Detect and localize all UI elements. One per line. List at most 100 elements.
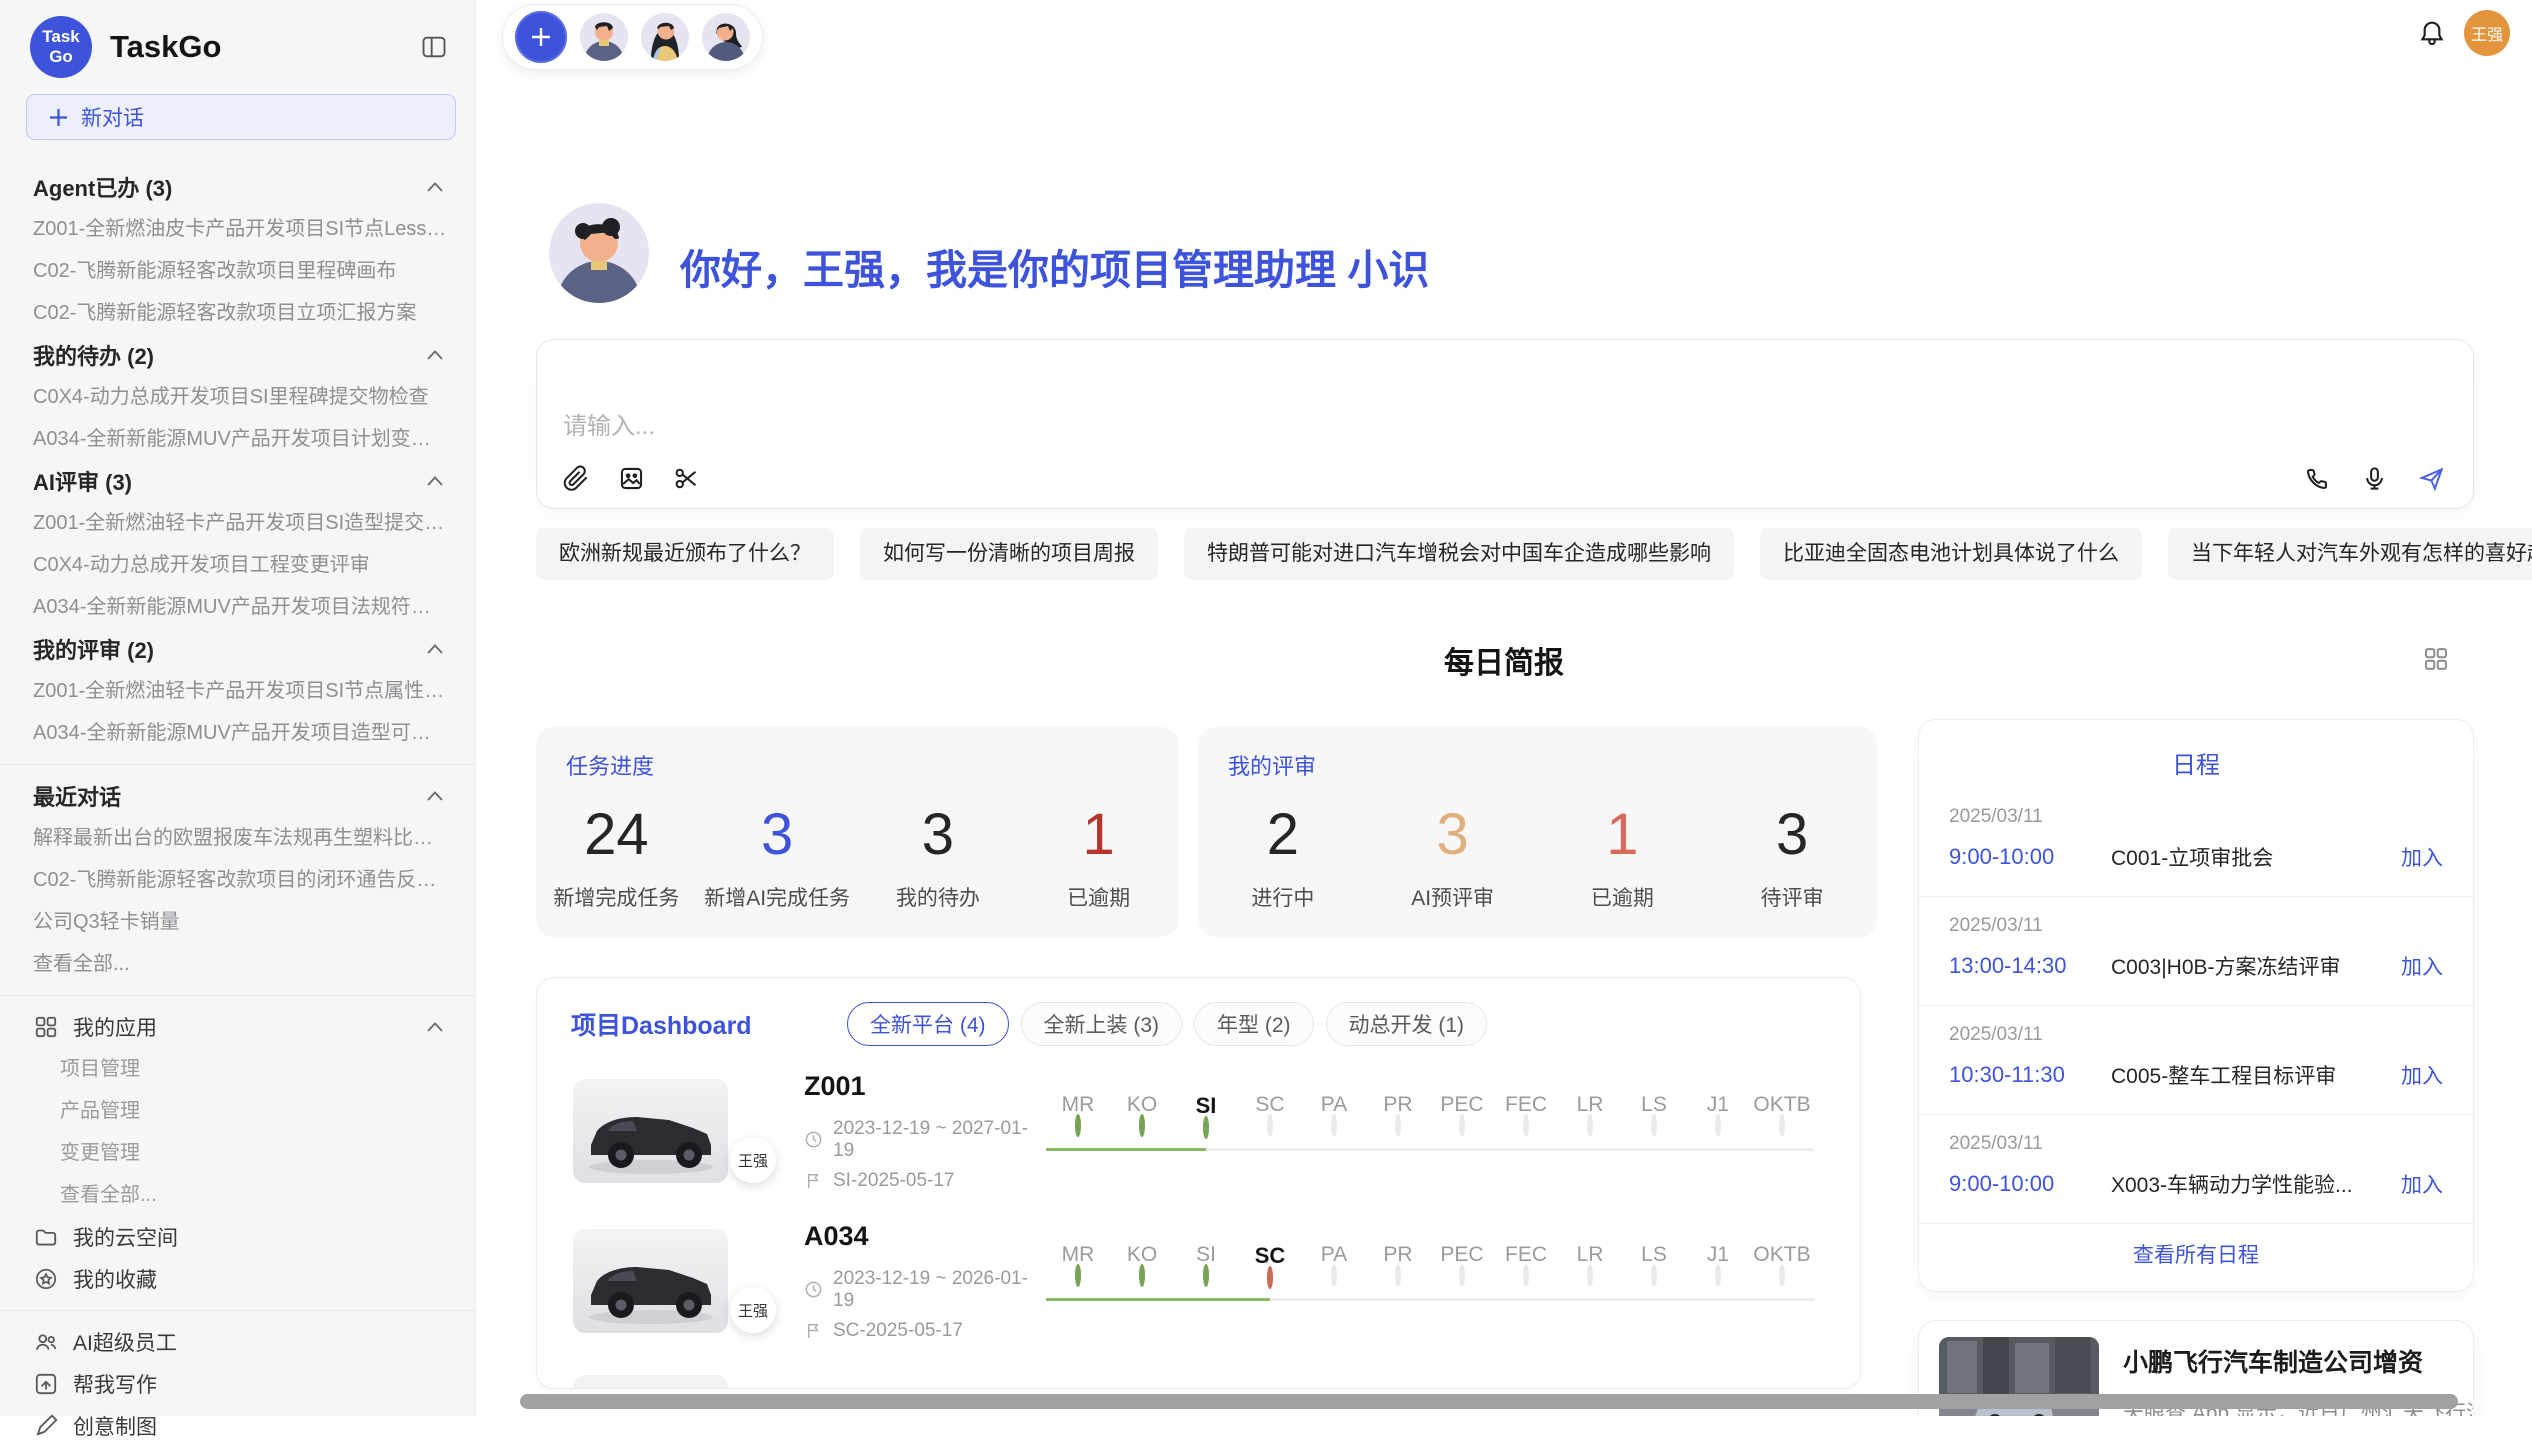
milestone: FEC bbox=[1494, 1085, 1558, 1177]
suggestion-chip[interactable]: 欧洲新规最近颁布了什么？ bbox=[536, 528, 834, 580]
view-all-schedule-link[interactable]: 查看所有日程 bbox=[1919, 1223, 2473, 1284]
milestone: KO bbox=[1110, 1235, 1174, 1327]
sidebar-item[interactable]: C0X4-动力总成开发项目SI里程碑提交物检查 bbox=[0, 376, 475, 418]
join-link[interactable]: 加入 bbox=[2401, 1169, 2443, 1199]
sidebar-item[interactable]: Z001-全新燃油皮卡产品开发项目SI节点Lesson Learn报告 bbox=[0, 208, 475, 250]
filter-chip[interactable]: 全新平台 (4) bbox=[847, 1002, 1009, 1046]
filter-chip[interactable]: 年型 (2) bbox=[1194, 1002, 1314, 1046]
cloud-space-item[interactable]: 我的云空间 bbox=[0, 1216, 475, 1258]
project-info: A034 2023-12-19 ~ 2026-01-19 SC-2025-05-… bbox=[804, 1221, 1042, 1342]
sidebar-group-header[interactable]: 我的待办 (2) bbox=[0, 334, 475, 376]
milestone-dot bbox=[1651, 1264, 1657, 1287]
logo-text-bottom: Go bbox=[49, 47, 73, 67]
scissors-icon[interactable] bbox=[673, 465, 700, 492]
ai-super-staff-label: AI超级员工 bbox=[73, 1327, 443, 1357]
sidebar-item[interactable]: C0X4-动力总成开发项目工程变更评审 bbox=[0, 544, 475, 586]
sidebar: Task Go TaskGo 新对话 Agent已办 (3) bbox=[0, 0, 476, 1416]
favorites-item[interactable]: 我的收藏 bbox=[0, 1258, 475, 1300]
schedule-time: 9:00-10:00 bbox=[1949, 1171, 2111, 1197]
sidebar-header: Task Go TaskGo bbox=[0, 0, 475, 86]
milestone: J1 bbox=[1686, 1085, 1750, 1177]
filter-chip[interactable]: 全新上装 (3) bbox=[1021, 1002, 1183, 1046]
join-link[interactable]: 加入 bbox=[2401, 1060, 2443, 1090]
milestone-dot bbox=[1715, 1114, 1721, 1137]
join-link[interactable]: 加入 bbox=[2401, 842, 2443, 872]
recent-chat-item[interactable]: 公司Q3轻卡销量 bbox=[0, 901, 475, 943]
creative-drawing-item[interactable]: 创意制图 bbox=[0, 1405, 475, 1447]
add-agent-button[interactable] bbox=[515, 11, 567, 63]
sidebar-item[interactable]: Z001-全新燃油轻卡产品开发项目SI节点属性5D文件评审 bbox=[0, 670, 475, 712]
member-avatar[interactable] bbox=[702, 13, 750, 61]
sidebar-item[interactable]: A034-全新新能源MUV产品开发项目计划变更表编写 bbox=[0, 418, 475, 460]
sidebar-group-header[interactable]: Agent已办 (3) bbox=[0, 166, 475, 208]
horizontal-scrollbar[interactable] bbox=[520, 1394, 2458, 1409]
milestone: FEC bbox=[1494, 1235, 1558, 1327]
sidebar-group-header[interactable]: AI评审 (3) bbox=[0, 460, 475, 502]
app-item[interactable]: 变更管理 bbox=[0, 1132, 475, 1174]
schedule-event-title: C001-立项审批会 bbox=[2111, 842, 2389, 872]
sidebar-item[interactable]: A034-全新新能源MUV产品开发项目造型可行性评审 bbox=[0, 712, 475, 754]
milestone: SC bbox=[1238, 1085, 1302, 1177]
app-item[interactable]: 产品管理 bbox=[0, 1090, 475, 1132]
layout-grid-icon[interactable] bbox=[2422, 645, 2450, 673]
sidebar-item[interactable]: C02-飞腾新能源轻客改款项目立项汇报方案 bbox=[0, 292, 475, 334]
collapse-sidebar-icon[interactable] bbox=[417, 30, 451, 64]
my-apps-header[interactable]: 我的应用 bbox=[0, 1006, 475, 1048]
sidebar-item[interactable]: Z001-全新燃油轻卡产品开发项目SI造型提交物评审 bbox=[0, 502, 475, 544]
project-row[interactable]: 王强 Z001 2023-12-19 ~ 2027-01-19 SI-2025-… bbox=[537, 1054, 1860, 1204]
phone-icon[interactable] bbox=[2304, 465, 2331, 492]
stat-value: 24 bbox=[584, 806, 649, 864]
member-avatar[interactable] bbox=[641, 13, 689, 61]
recent-view-all-link[interactable]: 查看全部... bbox=[0, 943, 475, 985]
suggestion-chip[interactable]: 比亚迪全固态电池计划具体说了什么 bbox=[1760, 528, 2142, 580]
sidebar-group-items: Z001-全新燃油轻卡产品开发项目SI造型提交物评审C0X4-动力总成开发项目工… bbox=[0, 502, 475, 628]
recent-chats-header[interactable]: 最近对话 bbox=[0, 775, 475, 817]
car-image bbox=[573, 1229, 728, 1333]
project-code: Z001 bbox=[804, 1071, 1042, 1102]
flag-icon bbox=[804, 1171, 823, 1190]
milestone-dot bbox=[1587, 1264, 1593, 1287]
composer-left-icons bbox=[563, 465, 700, 492]
recent-chat-item[interactable]: 解释最新出台的欧盟报废车法规再生塑料比例被调至15%... bbox=[0, 817, 475, 859]
image-icon[interactable] bbox=[618, 465, 645, 492]
milestone-track: MR KO SI bbox=[1046, 1235, 1834, 1327]
suggestion-chip[interactable]: 特朗普可能对进口汽车增税会对中国车企造成哪些影响 bbox=[1184, 528, 1734, 580]
schedule-event-title: X003-车辆动力学性能验... bbox=[2111, 1169, 2389, 1199]
my-reviews-card: 我的评审 2 进行中 3 AI预评审 1 已逾期 3 bbox=[1198, 727, 1877, 937]
member-avatar[interactable] bbox=[580, 13, 628, 61]
milestone-dot bbox=[1267, 1114, 1273, 1137]
app-title: TaskGo bbox=[110, 29, 399, 65]
schedule-item: 2025/03/11 9:00-10:00 X003-车辆动力学性能验... 加… bbox=[1919, 1114, 2473, 1223]
app-item[interactable]: 项目管理 bbox=[0, 1048, 475, 1090]
stat: 3 AI预评审 bbox=[1368, 789, 1538, 929]
milestone-dot bbox=[1779, 1264, 1785, 1287]
milestone: LR bbox=[1558, 1235, 1622, 1327]
send-icon[interactable] bbox=[2418, 465, 2445, 492]
filter-chip[interactable]: 动总开发 (1) bbox=[1326, 1002, 1488, 1046]
join-link[interactable]: 加入 bbox=[2401, 951, 2443, 981]
suggestion-chip[interactable]: 如何写一份清晰的项目周报 bbox=[860, 528, 1158, 580]
sidebar-item[interactable]: A034-全新新能源MUV产品开发项目法规符合性评审 bbox=[0, 586, 475, 628]
attachment-icon[interactable] bbox=[563, 465, 590, 492]
milestone-dot bbox=[1715, 1264, 1721, 1287]
sidebar-item[interactable]: C02-飞腾新能源轻客改款项目里程碑画布 bbox=[0, 250, 475, 292]
task-progress-card: 任务进度 24 新增完成任务 3 新增AI完成任务 3 我的待办 bbox=[536, 727, 1179, 937]
ai-super-staff-item[interactable]: AI超级员工 bbox=[0, 1321, 475, 1363]
notification-bell-icon[interactable] bbox=[2416, 18, 2448, 50]
user-name: 王强 bbox=[2471, 21, 2503, 45]
new-chat-button[interactable]: 新对话 bbox=[26, 94, 456, 140]
microphone-icon[interactable] bbox=[2361, 465, 2388, 492]
sidebar-group-header[interactable]: 我的评审 (2) bbox=[0, 628, 475, 670]
project-row[interactable]: 王强 A034 2023-12-19 ~ 2026-01-19 SC-2025-… bbox=[537, 1204, 1860, 1354]
help-me-write-item[interactable]: 帮我写作 bbox=[0, 1363, 475, 1405]
user-avatar[interactable]: 王强 bbox=[2464, 10, 2510, 56]
recent-chats-title: 最近对话 bbox=[33, 780, 121, 812]
chevron-up-icon bbox=[427, 350, 443, 360]
app-item[interactable]: 查看全部... bbox=[0, 1174, 475, 1216]
project-dates: 2023-12-19 ~ 2026-01-19 bbox=[804, 1268, 1042, 1312]
clock-icon bbox=[804, 1130, 823, 1149]
suggestion-chip[interactable]: 当下年轻人对汽车外观有怎样的喜好趋势 bbox=[2168, 528, 2532, 580]
recent-chat-item[interactable]: C02-飞腾新能源轻客改款项目的闭环通告反馈情况 bbox=[0, 859, 475, 901]
message-composer[interactable]: 请输入... bbox=[536, 339, 2474, 509]
schedule-date: 2025/03/11 bbox=[1949, 806, 2443, 828]
